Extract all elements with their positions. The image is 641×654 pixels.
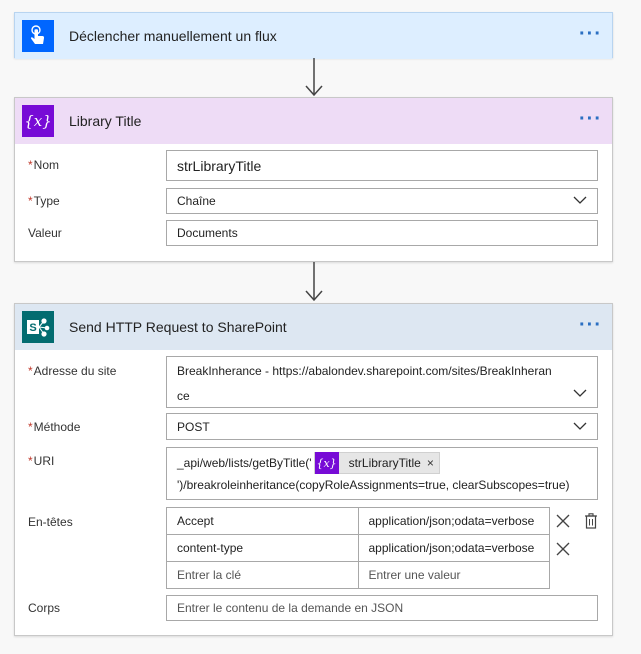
body-label: Corps	[28, 601, 61, 615]
sharepoint-icon-box: S	[22, 311, 54, 343]
variable-icon-box: {x}	[22, 105, 54, 137]
trigger-header[interactable]: Déclencher manuellement un flux ···	[15, 13, 612, 59]
header-key-cell[interactable]: Accept	[166, 507, 359, 535]
token-remove-icon[interactable]: ×	[427, 456, 439, 470]
uri-prefix: _api/web/lists/getByTitle('	[177, 456, 312, 470]
headers-label: En-têtes	[28, 515, 73, 529]
uri-label: *URI	[28, 454, 55, 468]
name-label: *Nom	[28, 158, 60, 172]
library-title-more-button[interactable]: ···	[579, 109, 602, 129]
site-value-line2: ce	[177, 389, 190, 403]
header-value-cell[interactable]: application/json;odata=verbose	[357, 507, 550, 535]
chevron-down-icon[interactable]	[573, 196, 587, 205]
uri-variable-token[interactable]: {x} strLibraryTitle ×	[313, 452, 440, 474]
variable-token-icon: {x}	[314, 452, 339, 474]
header-row-new: Entrer la clé Entrer une valeur	[166, 561, 550, 589]
headers-table: Accept application/json;odata=verbose co…	[166, 507, 550, 589]
site-value-line1: BreakInherance - https://abalondev.share…	[177, 364, 552, 378]
library-title-header[interactable]: {x} Library Title ···	[15, 98, 612, 144]
sharepoint-icon: S	[27, 318, 50, 337]
type-label: *Type	[28, 194, 60, 208]
header-row: content-type application/json;odata=verb…	[166, 534, 550, 562]
value-label: Valeur	[28, 226, 62, 240]
manual-trigger-icon-box	[22, 20, 54, 52]
header-key-cell[interactable]: content-type	[166, 534, 359, 562]
flow-arrow-1	[305, 58, 323, 97]
header-key-placeholder[interactable]: Entrer la clé	[166, 561, 359, 589]
svg-text:S: S	[29, 322, 36, 334]
method-label: *Méthode	[28, 420, 81, 434]
type-select[interactable]: Chaîne	[166, 188, 598, 214]
flow-arrow-2	[305, 262, 323, 302]
trigger-title: Déclencher manuellement un flux	[69, 28, 277, 44]
trigger-card[interactable]: Déclencher manuellement un flux ···	[14, 12, 613, 59]
library-title-card[interactable]: {x} Library Title ··· *Nom strLibraryTit…	[14, 97, 613, 262]
header-value-cell[interactable]: application/json;odata=verbose	[357, 534, 550, 562]
sharepoint-http-title: Send HTTP Request to SharePoint	[69, 319, 287, 335]
method-chevron-down-icon[interactable]	[573, 422, 587, 431]
variable-token-label: strLibraryTitle	[348, 456, 421, 470]
close-icon[interactable]	[556, 514, 570, 528]
library-title-title: Library Title	[69, 113, 142, 129]
variable-icon: {x}	[24, 112, 52, 130]
trash-icon[interactable]	[584, 513, 598, 529]
uri-input[interactable]: _api/web/lists/getByTitle(' {x} strLibra…	[166, 447, 598, 500]
uri-suffix: ')/breakroleinheritance(copyRoleAssignme…	[177, 478, 570, 492]
sharepoint-http-header[interactable]: S Send HTTP Request to SharePoint ···	[15, 304, 612, 350]
touch-hand-icon	[30, 25, 45, 44]
trigger-more-button[interactable]: ···	[579, 24, 602, 44]
sharepoint-http-card[interactable]: S Send HTTP Request to SharePoint ··· *A…	[14, 303, 613, 636]
value-input[interactable]: Documents	[166, 220, 598, 246]
name-input[interactable]: strLibraryTitle	[166, 150, 598, 181]
header-value-placeholder[interactable]: Entrer une valeur	[357, 561, 550, 589]
close-icon[interactable]	[556, 542, 570, 556]
site-label: *Adresse du site	[28, 364, 117, 378]
header-row: Accept application/json;odata=verbose	[166, 507, 550, 535]
method-select[interactable]: POST	[166, 413, 598, 440]
site-chevron-down-icon[interactable]	[573, 389, 587, 398]
sharepoint-http-more-button[interactable]: ···	[579, 315, 602, 335]
body-input[interactable]: Entrer le contenu de la demande en JSON	[166, 595, 598, 621]
site-select[interactable]: BreakInherance - https://abalondev.share…	[166, 356, 598, 408]
